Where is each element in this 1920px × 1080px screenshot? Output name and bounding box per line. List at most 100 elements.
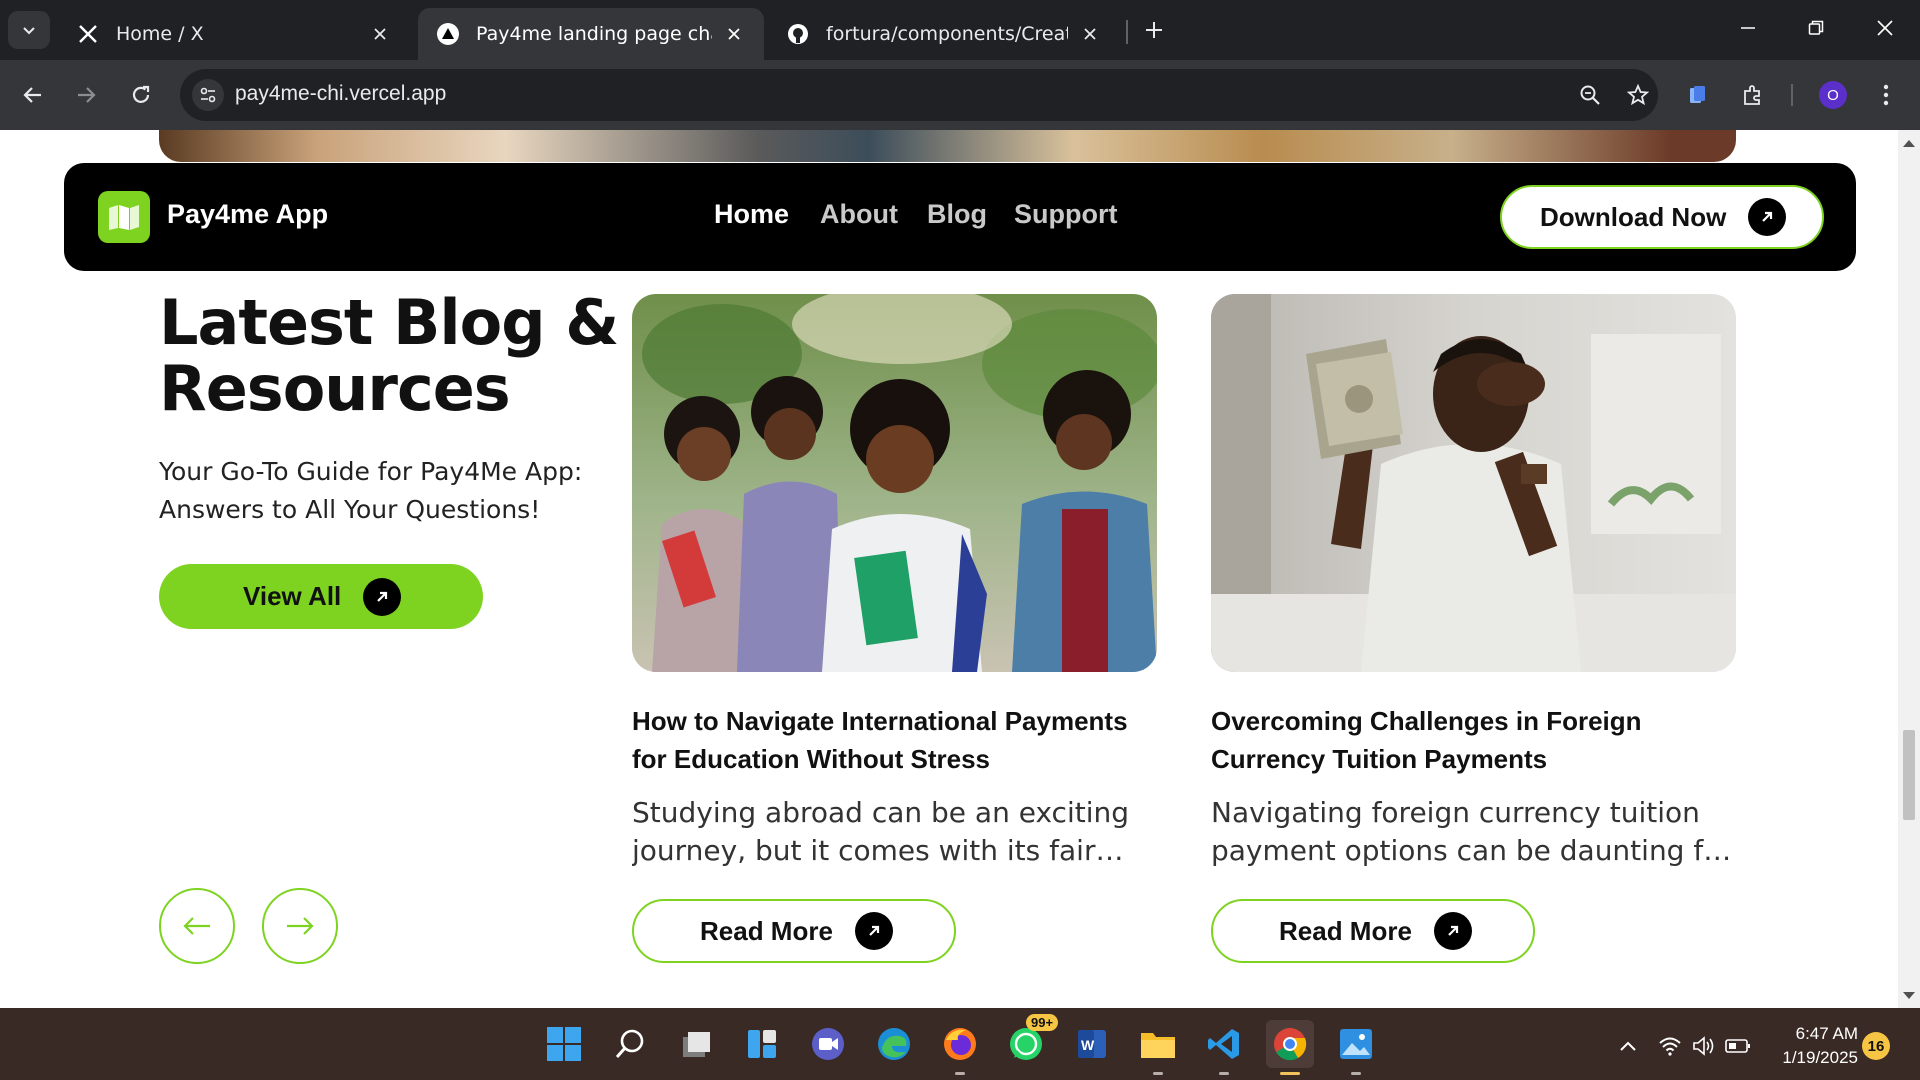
start-button[interactable]	[540, 1020, 588, 1068]
chrome-app[interactable]	[1266, 1020, 1314, 1075]
more-vertical-icon	[1883, 84, 1889, 106]
chrome-menu-button[interactable]	[1866, 75, 1906, 115]
page-scrollbar[interactable]	[1898, 130, 1920, 1008]
reload-icon	[132, 85, 150, 103]
close-tab-icon[interactable]	[1078, 22, 1102, 46]
zoom-icon[interactable]	[1574, 79, 1606, 111]
vscode-icon	[1208, 1029, 1239, 1059]
url-text: pay4me-chi.vercel.app	[235, 82, 447, 105]
battery-icon[interactable]	[1724, 1032, 1752, 1060]
blog-subheading: Your Go-To Guide for Pay4Me App: Answers…	[159, 457, 583, 524]
site-settings-icon[interactable]	[192, 79, 224, 111]
avatar: O	[1819, 81, 1847, 109]
tab-search-button[interactable]	[8, 11, 50, 49]
windows-logo-icon	[547, 1027, 581, 1061]
show-hidden-icons-button[interactable]	[1614, 1032, 1642, 1060]
running-indicator	[1280, 1072, 1300, 1075]
read-more-button-2[interactable]: Read More	[1211, 899, 1535, 963]
carousel-prev-button[interactable]	[159, 888, 235, 964]
post-title-1[interactable]: How to Navigate International Payments f…	[632, 702, 1152, 778]
close-window-button[interactable]	[1857, 6, 1913, 50]
download-now-label: Download Now	[1540, 201, 1727, 232]
nav-about-link[interactable]: About	[820, 199, 898, 230]
read-more-button-1[interactable]: Read More	[632, 899, 956, 963]
firefox-app[interactable]	[936, 1020, 984, 1075]
task-view-button[interactable]	[672, 1020, 720, 1068]
photos-app[interactable]	[1332, 1020, 1380, 1075]
tab-pay4me[interactable]: Pay4me landing page challenge	[418, 8, 764, 60]
whatsapp-app[interactable]: 99+	[1002, 1014, 1059, 1068]
read-more-label: Read More	[1279, 915, 1412, 946]
arrow-right-icon	[287, 917, 314, 935]
post-excerpt-1: Studying abroad can be an exciting journ…	[632, 796, 1129, 867]
restore-button[interactable]	[1788, 6, 1844, 50]
x-logo-icon	[76, 22, 100, 46]
clock-date: 1/19/2025	[1782, 1048, 1858, 1067]
windows-taskbar: 99+ W 6:47 AM 1/19/2025 16	[0, 1008, 1920, 1080]
bookmark-star-icon[interactable]	[1622, 79, 1654, 111]
file-explorer-app[interactable]	[1134, 1020, 1182, 1075]
puzzle-icon	[1744, 85, 1760, 105]
close-tab-icon[interactable]	[368, 22, 392, 46]
running-indicator	[1153, 1072, 1163, 1075]
tab-home-x[interactable]: Home / X	[58, 8, 410, 60]
video-chat-icon	[812, 1028, 844, 1060]
extensions-button[interactable]	[1733, 75, 1773, 115]
stressed-man-holding-cash-photo	[1211, 294, 1736, 672]
system-clock[interactable]: 6:47 AM 1/19/2025	[1768, 1022, 1858, 1070]
edge-app[interactable]	[870, 1020, 918, 1068]
arrow-up-right-icon	[1748, 198, 1787, 236]
minimize-button[interactable]	[1720, 6, 1776, 50]
task-view-icon	[683, 1032, 710, 1057]
post-title-2[interactable]: Overcoming Challenges in Foreign Currenc…	[1211, 702, 1731, 778]
profile-button[interactable]: O	[1813, 75, 1853, 115]
tab-title: fortura/components/CreatePost	[826, 23, 1068, 45]
meet-app[interactable]	[804, 1020, 852, 1068]
chevron-down-icon	[23, 27, 35, 35]
volume-icon[interactable]	[1690, 1032, 1718, 1060]
nav-support-link[interactable]: Support	[1014, 199, 1117, 230]
nav-blog-link[interactable]: Blog	[927, 199, 987, 230]
scrollbar-thumb[interactable]	[1903, 730, 1915, 820]
view-all-button[interactable]: View All	[159, 564, 483, 629]
word-app[interactable]: W	[1068, 1020, 1116, 1068]
new-tab-button[interactable]	[1138, 14, 1170, 46]
address-bar[interactable]: pay4me-chi.vercel.app	[180, 69, 1658, 121]
close-tab-icon[interactable]	[722, 22, 746, 46]
arrow-up-right-icon	[1433, 912, 1472, 950]
widgets-button[interactable]	[738, 1020, 786, 1068]
notification-badge: 99+	[1026, 1014, 1059, 1031]
wifi-icon[interactable]	[1656, 1032, 1684, 1060]
brand-name[interactable]: Pay4me App	[167, 199, 328, 230]
post-image-students[interactable]	[632, 294, 1157, 672]
reload-button[interactable]	[121, 75, 161, 115]
tab-github[interactable]: fortura/components/CreatePost	[768, 8, 1120, 60]
whatsapp-icon	[1010, 1028, 1042, 1060]
notification-center-badge[interactable]: 16	[1862, 1032, 1890, 1060]
word-icon: W	[1078, 1030, 1106, 1058]
running-indicator	[955, 1072, 965, 1075]
pay4me-logo-icon[interactable]	[98, 191, 150, 243]
post-excerpt-2: Navigating foreign currency tuition paym…	[1211, 796, 1732, 867]
scroll-down-arrow-icon[interactable]	[1903, 992, 1915, 999]
forward-button[interactable]	[66, 75, 106, 115]
download-now-button[interactable]: Download Now	[1500, 185, 1824, 249]
svg-text:W: W	[1081, 1037, 1095, 1053]
tab-title: Home / X	[116, 23, 204, 45]
read-more-label: Read More	[700, 915, 833, 946]
search-button[interactable]	[606, 1020, 654, 1068]
vscode-app[interactable]	[1200, 1020, 1248, 1075]
folder-icon	[1141, 1033, 1175, 1058]
back-button[interactable]	[13, 75, 53, 115]
scroll-up-arrow-icon[interactable]	[1903, 140, 1915, 147]
arrow-up-right-icon	[854, 912, 893, 950]
nav-home-link[interactable]: Home	[714, 199, 789, 230]
post-image-currency[interactable]	[1211, 294, 1736, 672]
carousel-next-button[interactable]	[262, 888, 338, 964]
toolbar-divider	[1791, 84, 1793, 106]
extension-button[interactable]	[1678, 75, 1718, 115]
tab-title: Pay4me landing page challenge	[476, 23, 712, 45]
arrow-right-icon	[78, 87, 96, 103]
search-icon	[615, 1029, 644, 1058]
blog-heading: Latest Blog & Resources	[159, 286, 619, 425]
